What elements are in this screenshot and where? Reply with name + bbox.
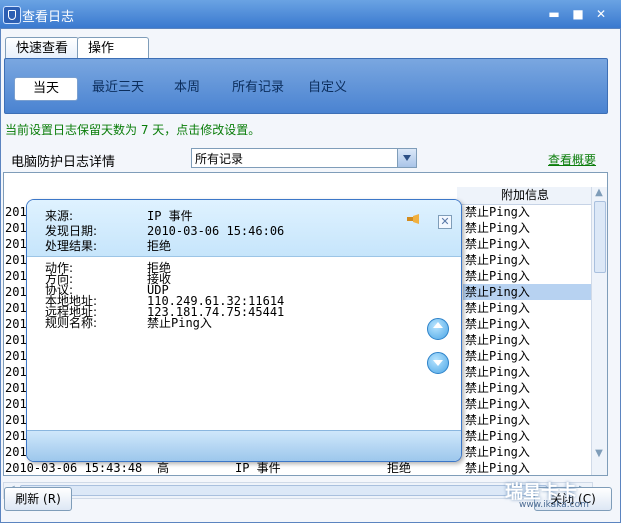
date-value: 2010-03-06 15:46:06 — [147, 224, 285, 238]
column-header-extra-info[interactable]: 附加信息 — [457, 187, 593, 205]
detail-value: 禁止Ping入 — [147, 316, 212, 330]
close-icon[interactable]: ✕ — [595, 8, 607, 20]
table-cell-c5: 禁止Ping入 — [465, 365, 530, 379]
pin-icon[interactable] — [406, 214, 420, 224]
range-today-button[interactable]: 当天 — [14, 77, 79, 101]
chevron-down-icon[interactable] — [397, 149, 416, 167]
table-cell-c5: 禁止Ping入 — [465, 269, 530, 283]
refresh-button[interactable]: 刷新 (R) — [4, 487, 72, 511]
range-all-button[interactable]: 所有记录 — [232, 77, 284, 99]
table-cell-c1: 2010-03-06 15:43:48 — [5, 461, 143, 475]
source-label: 来源: — [45, 209, 74, 223]
title-bar: 查看日志 ▬ ■ ✕ — [0, 0, 621, 28]
date-label: 发现日期: — [45, 224, 98, 238]
watermark-sub: www.ikaka.com — [519, 500, 589, 510]
source-value: IP 事件 — [147, 209, 193, 223]
scroll-up-icon[interactable]: ▲ — [594, 188, 604, 198]
range-week-button[interactable]: 本周 — [174, 77, 200, 99]
vertical-scrollbar[interactable]: ▲ ▼ — [591, 187, 607, 475]
tab-operations[interactable]: 操作 — [77, 37, 149, 60]
table-cell-c5: 禁止Ping入 — [465, 301, 530, 315]
tab-quick-view[interactable]: 快速查看 — [5, 37, 80, 60]
table-row[interactable]: 2010-03-06 15:43:48 高 IP 事件 拒绝 禁止Ping入 — [4, 460, 592, 475]
minimize-icon[interactable]: ▬ — [548, 8, 560, 20]
table-cell-c5: 禁止Ping入 — [465, 317, 530, 331]
detail-key: 规则名称: — [45, 316, 98, 330]
table-cell-c5: 禁止Ping入 — [465, 349, 530, 363]
table-cell-c5: 禁止Ping入 — [465, 445, 530, 459]
result-label: 处理结果: — [45, 239, 98, 253]
view-overview-link[interactable]: 查看概要 — [548, 151, 596, 168]
range-panel: 当天 最近三天 本周 所有记录 自定义 — [4, 58, 608, 114]
table-cell-c5: 禁止Ping入 — [465, 429, 530, 443]
filter-label: 电脑防护日志详情 — [11, 155, 116, 170]
table-cell-c2: 高 — [157, 461, 170, 475]
event-detail-popup: 来源: IP 事件 发现日期: 2010-03-06 15:46:06 处理结果… — [26, 199, 462, 462]
table-cell-c3: IP 事件 — [235, 461, 281, 475]
table-cell-c5: 禁止Ping入 — [465, 237, 530, 251]
popup-scroll-down-button[interactable] — [427, 352, 449, 374]
result-value: 拒绝 — [147, 239, 172, 253]
range-custom-button[interactable]: 自定义 — [308, 77, 347, 99]
range-3days-button[interactable]: 最近三天 — [92, 77, 144, 99]
horizontal-scroll-thumb[interactable] — [20, 485, 547, 496]
vertical-scroll-thumb[interactable] — [594, 201, 606, 273]
window-title: 查看日志 — [22, 10, 75, 25]
table-cell-c5: 禁止Ping入 — [465, 397, 530, 411]
table-cell-c5: 禁止Ping入 — [465, 413, 530, 427]
table-cell-c5: 禁止Ping入 — [465, 221, 530, 235]
watermark-logo: 瑞星卡卡 www.ikaka.com — [505, 478, 617, 512]
maximize-icon[interactable]: ■ — [572, 8, 584, 20]
log-filter-select[interactable]: 所有记录 — [191, 148, 417, 168]
table-cell-c4: 拒绝 — [387, 461, 412, 475]
popup-footer — [27, 430, 461, 461]
table-cell-c5: 禁止Ping入 — [463, 284, 591, 300]
shield-app-icon — [3, 6, 21, 24]
table-cell-c5: 禁止Ping入 — [465, 333, 530, 347]
table-cell-c5: 禁止Ping入 — [465, 461, 530, 475]
popup-scroll-up-button[interactable] — [427, 318, 449, 340]
table-cell-c5: 禁止Ping入 — [465, 381, 530, 395]
table-cell-c5: 禁止Ping入 — [465, 205, 530, 219]
scroll-down-icon[interactable]: ▼ — [594, 449, 604, 459]
table-cell-c5: 禁止Ping入 — [465, 253, 530, 267]
popup-close-icon[interactable]: ✕ — [438, 215, 452, 229]
log-filter-value: 所有记录 — [195, 152, 244, 166]
log-viewer-window: 快速查看 操作 当天 最近三天 本周 所有记录 自定义 当前设置日志保留天数为 … — [0, 28, 621, 523]
retention-notice-link[interactable]: 当前设置日志保留天数为 7 天，点击修改设置。 — [5, 121, 260, 138]
